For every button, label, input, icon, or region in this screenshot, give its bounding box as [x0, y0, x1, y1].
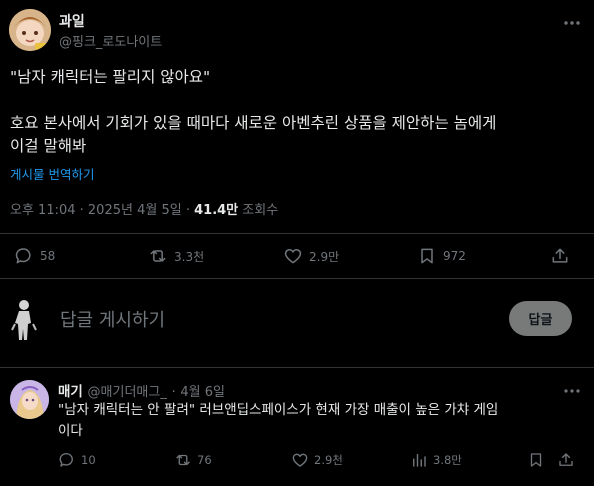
- analytics-icon: [410, 451, 428, 469]
- reply-more-options-icon[interactable]: [561, 381, 583, 401]
- reply-submit-button[interactable]: 답글: [509, 301, 572, 336]
- reply-date[interactable]: 4월 6일: [180, 385, 225, 400]
- views-label: 조회수: [242, 203, 279, 218]
- repost-icon: [148, 246, 168, 266]
- reply-like-count: 2.9천: [314, 453, 343, 467]
- reply-bookmark-action[interactable]: [527, 451, 545, 469]
- reply-author-handle[interactable]: @매기더매그_: [88, 385, 167, 400]
- like-action[interactable]: 2.9만: [283, 246, 339, 266]
- reply-action-bar: 10 76 2.9천 3.8만: [0, 451, 594, 475]
- reply-post[interactable]: 매기 @매기더매그_ · 4월 6일 "남자 캐릭터는 안 팔려" 러브앤딥스페…: [0, 369, 594, 486]
- repost-action[interactable]: 3.3천: [148, 246, 204, 266]
- reply-author-display-name[interactable]: 매기: [58, 384, 83, 400]
- reply-views-action[interactable]: 3.8만: [410, 451, 462, 469]
- post-meta: 오후 11:04 · 2025년 4월 5일 · 41.4만 조회수: [10, 199, 278, 218]
- reply-input[interactable]: 답글 게시하기: [60, 306, 165, 332]
- reply-action[interactable]: 58: [14, 246, 55, 266]
- reply-text-line: "남자 캐릭터는 안 팔려" 러브앤딥스페이스가 현재 가장 매출이 높은 가챠…: [58, 402, 499, 418]
- reply-reply-count: 10: [81, 453, 96, 467]
- bookmark-action[interactable]: 972: [417, 246, 466, 266]
- reply-reply-action[interactable]: 10: [58, 451, 96, 469]
- reply-share-action[interactable]: [557, 451, 575, 469]
- reply-icon: [14, 246, 34, 266]
- current-user-avatar[interactable]: [10, 298, 38, 342]
- bookmark-count: 972: [443, 249, 466, 263]
- bookmark-icon: [417, 246, 437, 266]
- share-icon: [557, 451, 575, 469]
- author-handle[interactable]: @핑크_로도나이트: [59, 31, 162, 50]
- post-text-line: 이걸 말해봐: [10, 137, 87, 155]
- reply-separator: ·: [171, 385, 176, 400]
- post-timestamp[interactable]: 오후 11:04 · 2025년 4월 5일: [10, 203, 182, 218]
- reply-views-count: 3.8만: [433, 453, 462, 467]
- post-action-bar: 58 3.3천 2.9만 972: [0, 233, 594, 279]
- reply-repost-count: 76: [197, 453, 212, 467]
- reply-like-action[interactable]: 2.9천: [291, 451, 343, 469]
- post-text-line: "남자 캐릭터는 팔리지 않아요": [10, 68, 211, 86]
- main-post: 과일 @핑크_로도나이트 "남자 캐릭터는 팔리지 않아요" 호요 본사에서 기…: [0, 0, 594, 368]
- more-options-icon[interactable]: [561, 13, 583, 33]
- author-display-name[interactable]: 과일: [59, 11, 85, 31]
- repost-icon: [174, 451, 192, 469]
- reply-composer: 답글 게시하기 답글: [0, 290, 594, 350]
- share-action[interactable]: [550, 246, 570, 266]
- heart-icon: [283, 246, 303, 266]
- reply-author-avatar[interactable]: [10, 380, 49, 419]
- reply-text-line: 이다: [58, 423, 83, 439]
- share-icon: [550, 246, 570, 266]
- bookmark-icon: [527, 451, 545, 469]
- meta-separator: ·: [185, 203, 190, 218]
- heart-icon: [291, 451, 309, 469]
- post-text: "남자 캐릭터는 팔리지 않아요" 호요 본사에서 기회가 있을 때마다 새로운…: [10, 66, 580, 158]
- like-count: 2.9만: [309, 249, 340, 264]
- views-count: 41.4만: [194, 203, 239, 218]
- reply-repost-action[interactable]: 76: [174, 451, 212, 469]
- author-avatar[interactable]: [9, 9, 51, 51]
- post-text-line: 호요 본사에서 기회가 있을 때마다 새로운 아벤추린 상품을 제안하는 놈에게: [10, 114, 497, 132]
- repost-count: 3.3천: [174, 249, 205, 264]
- translate-post-link[interactable]: 게시물 번역하기: [10, 164, 94, 183]
- reply-count: 58: [40, 249, 56, 263]
- reply-text: "남자 캐릭터는 안 팔려" 러브앤딥스페이스가 현재 가장 매출이 높은 가챠…: [58, 400, 578, 442]
- reply-icon: [58, 451, 76, 469]
- reply-author-line: 매기 @매기더매그_ · 4월 6일: [58, 380, 225, 400]
